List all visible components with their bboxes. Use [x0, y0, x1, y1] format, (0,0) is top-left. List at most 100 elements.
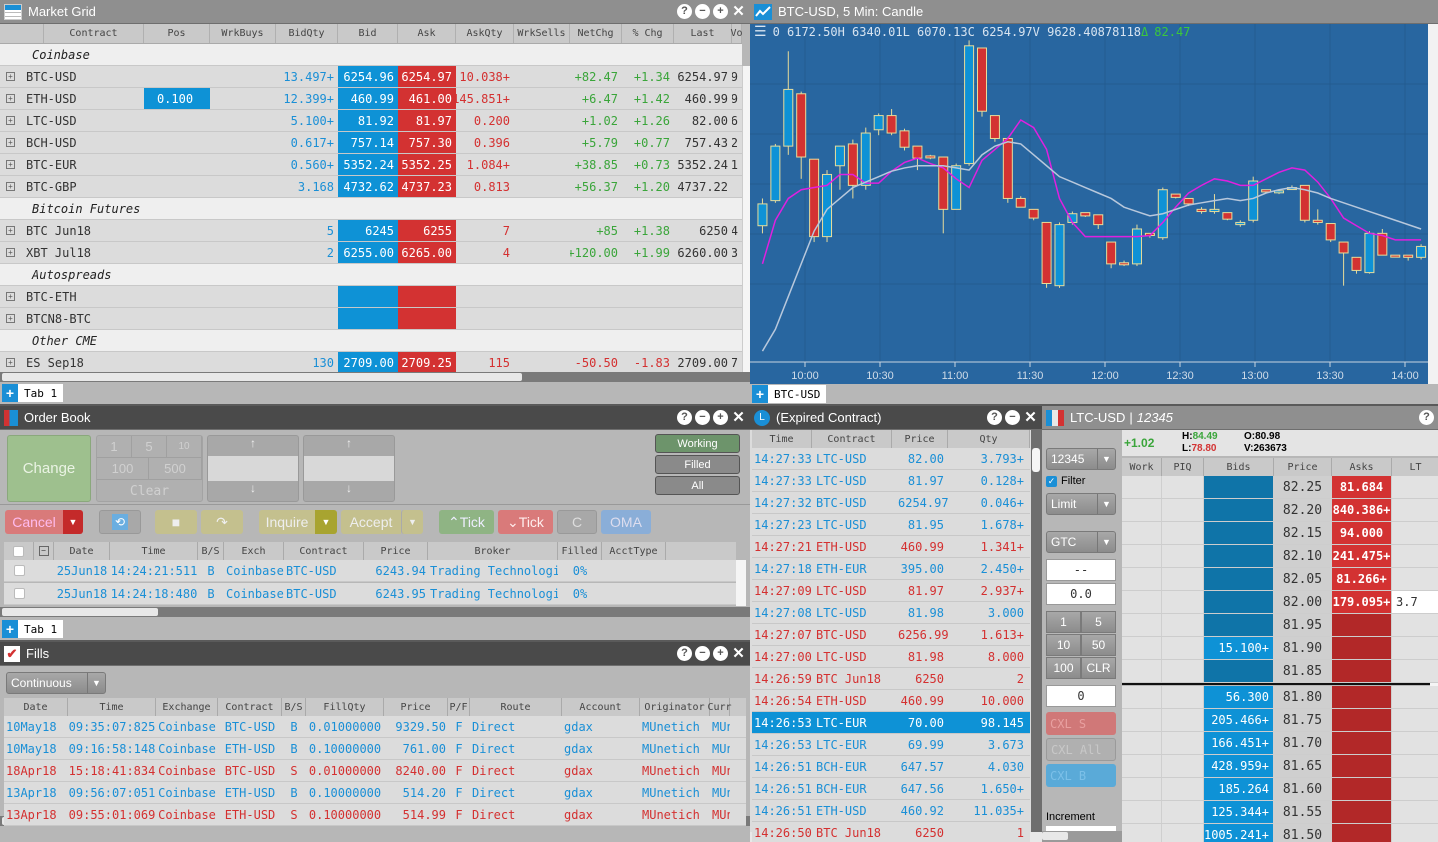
bid-cell[interactable]: 2709.00 — [338, 352, 398, 372]
column-header[interactable]: B/S — [282, 698, 306, 716]
tick-down-button[interactable]: ⌄ Tick — [498, 510, 553, 534]
tab-1[interactable]: Tab 1 — [18, 384, 64, 402]
help-icon[interactable]: ? — [677, 646, 692, 661]
ask-cell[interactable]: 81.266+ — [1332, 568, 1392, 590]
work-cell[interactable] — [1122, 476, 1162, 498]
quantity-field[interactable]: 0 — [1046, 685, 1116, 707]
add-tab-button[interactable]: + — [2, 384, 18, 402]
expand-icon[interactable]: + — [6, 182, 15, 191]
time-sales-titlebar[interactable]: L (Expired Contract) ? − ✕ — [750, 406, 1042, 430]
fill-row[interactable]: 13Apr18 09:55:01:069 Coinbase ETH-USD S 0.100… — [4, 804, 746, 826]
market-row[interactable]: + BTC-EUR 0.560+ 5352.24 5352.25 1.084+ +38.85… — [0, 154, 742, 176]
order-book-titlebar[interactable]: Order Book ? − + ✕ — [0, 406, 750, 430]
filter-filled-button[interactable]: Filled — [655, 455, 740, 474]
ask-cell[interactable] — [1332, 824, 1392, 842]
cxl-sell-button[interactable]: CXL S — [1046, 712, 1116, 735]
ask-cell[interactable] — [1332, 660, 1392, 682]
bid-cell[interactable] — [338, 308, 398, 329]
ask-cell[interactable] — [398, 286, 456, 307]
row-checkbox[interactable] — [13, 588, 25, 599]
minimize-icon[interactable]: − — [695, 4, 710, 19]
column-header[interactable]: Price — [384, 698, 448, 716]
expand-icon[interactable]: + — [6, 292, 15, 301]
work-cell[interactable] — [1122, 755, 1162, 777]
ask-cell[interactable] — [1332, 778, 1392, 800]
bid-cell[interactable]: 185.264 — [1204, 778, 1274, 800]
trade-row[interactable]: 14:26:51 ETH-USD 460.92 11.035+ — [752, 800, 1030, 822]
bid-cell[interactable] — [1204, 660, 1274, 682]
column-header[interactable]: Qty — [948, 430, 1030, 448]
tab-btc-usd[interactable]: BTC-USD — [768, 385, 827, 403]
close-icon[interactable]: ✕ — [1023, 410, 1038, 425]
market-row[interactable]: + ES Sep18 130 2709.00 2709.25 115 -50.50 -1.83… — [0, 352, 742, 372]
work-cell[interactable] — [1122, 778, 1162, 800]
expand-icon[interactable]: + — [6, 314, 15, 323]
filter-working-button[interactable]: Working — [655, 434, 740, 453]
account-select[interactable]: 12345 ▼ — [1046, 448, 1116, 470]
expand-icon[interactable]: + — [6, 116, 15, 125]
qty-button[interactable]: 5 — [1081, 611, 1116, 633]
trade-row[interactable]: 14:26:50 BTC Jun18 6250 1 — [752, 822, 1030, 842]
market-row[interactable]: + BTC Jun18 5 6245 6255 7 +85 +1.38 6250 4 — [0, 220, 742, 242]
help-icon[interactable]: ? — [987, 410, 1002, 425]
history-button[interactable]: ⟲ — [99, 510, 141, 534]
price-field[interactable]: -- — [1046, 559, 1116, 581]
column-header[interactable]: Curr — [707, 698, 732, 716]
ask-cell[interactable]: 179.095+ — [1332, 591, 1392, 613]
work-cell[interactable] — [1122, 732, 1162, 754]
fill-row[interactable]: 10May18 09:16:58:148 Coinbase ETH-USD B 0.100… — [4, 738, 746, 760]
price-down-arrow[interactable]: ↓ — [208, 481, 298, 501]
column-header[interactable]: Vo — [730, 24, 742, 43]
column-header[interactable]: Last — [674, 24, 732, 43]
trade-row[interactable]: 14:27:33 LTC-USD 82.00 3.793+ — [752, 448, 1030, 470]
oma-button[interactable]: OMA — [601, 510, 651, 534]
bid-cell[interactable]: 125.344+ — [1204, 801, 1274, 823]
cancel-dropdown-button[interactable]: ▼ — [63, 510, 83, 534]
tif-select[interactable]: GTC ▼ — [1046, 531, 1116, 553]
filter-all-button[interactable]: All — [655, 476, 740, 495]
fills-titlebar[interactable]: ✔ Fills ? − + ✕ — [0, 642, 750, 666]
refresh-button[interactable]: C — [557, 510, 597, 534]
clear-button[interactable]: Clear — [97, 480, 202, 502]
column-header[interactable]: Work — [1122, 458, 1162, 476]
qty-button[interactable]: 1 — [1046, 611, 1081, 633]
bid-cell[interactable] — [1204, 591, 1274, 613]
work-cell[interactable] — [1122, 801, 1162, 823]
fill-row[interactable]: 10May18 09:35:07:825 Coinbase BTC-USD B 0.010… — [4, 716, 746, 738]
market-row[interactable]: + BCH-USD 0.617+ 757.14 757.30 0.396 +5.79 +0.7… — [0, 132, 742, 154]
bid-cell[interactable] — [1204, 476, 1274, 498]
trade-row[interactable]: 14:26:59 BTC Jun18 6250 2 — [752, 668, 1030, 690]
ask-cell[interactable] — [398, 308, 456, 329]
fill-row[interactable]: 13Apr18 09:56:07:051 Coinbase ETH-USD B 0.100… — [4, 782, 746, 804]
column-header[interactable]: Time — [110, 542, 198, 560]
chart-area[interactable]: 10:00 10:30 11:00 11:30 12:00 12:30 13:00 13:30… — [750, 24, 1428, 384]
bid-cell[interactable]: 81.92 — [338, 110, 398, 131]
column-header[interactable]: P/F — [448, 698, 470, 716]
ask-cell[interactable] — [1332, 686, 1392, 708]
qty-button[interactable]: 50 — [1081, 634, 1116, 656]
order-row[interactable]: 25Jun18 14:24:21:511 B Coinbase BTC-USD 6243.… — [4, 560, 736, 582]
work-cell[interactable] — [1122, 614, 1162, 636]
column-header[interactable]: NetChg — [570, 24, 622, 43]
horizontal-scrollbar[interactable] — [2, 373, 522, 381]
minimize-icon[interactable]: − — [695, 646, 710, 661]
trade-row[interactable]: 14:27:23 LTC-USD 81.95 1.678+ — [752, 514, 1030, 536]
accept-button[interactable]: Accept — [341, 510, 401, 534]
qty-preset-button[interactable]: 10 — [167, 436, 202, 458]
column-header[interactable]: AcctType — [602, 542, 666, 560]
column-header[interactable]: BidQty — [276, 24, 338, 43]
column-header[interactable]: Bid — [338, 24, 398, 43]
bid-cell[interactable] — [338, 286, 398, 307]
vertical-scrollbar[interactable] — [1032, 448, 1040, 472]
column-header[interactable]: Contract — [44, 24, 144, 43]
tab-1[interactable]: Tab 1 — [18, 620, 64, 638]
qty-preset-button[interactable]: 100 — [97, 458, 149, 480]
qty-preset-button[interactable]: 1 — [97, 436, 132, 458]
column-header[interactable]: % Chg — [622, 24, 674, 43]
market-row[interactable]: + LTC-USD 5.100+ 81.92 81.97 0.200 +1.02 +1.26 8… — [0, 110, 742, 132]
work-cell[interactable] — [1122, 637, 1162, 659]
accept-dropdown-button[interactable]: ▼ — [401, 510, 423, 534]
ask-cell[interactable]: 241.475+ — [1332, 545, 1392, 567]
bid-cell[interactable] — [1204, 522, 1274, 544]
ask-cell[interactable]: 461.00 — [398, 88, 456, 109]
